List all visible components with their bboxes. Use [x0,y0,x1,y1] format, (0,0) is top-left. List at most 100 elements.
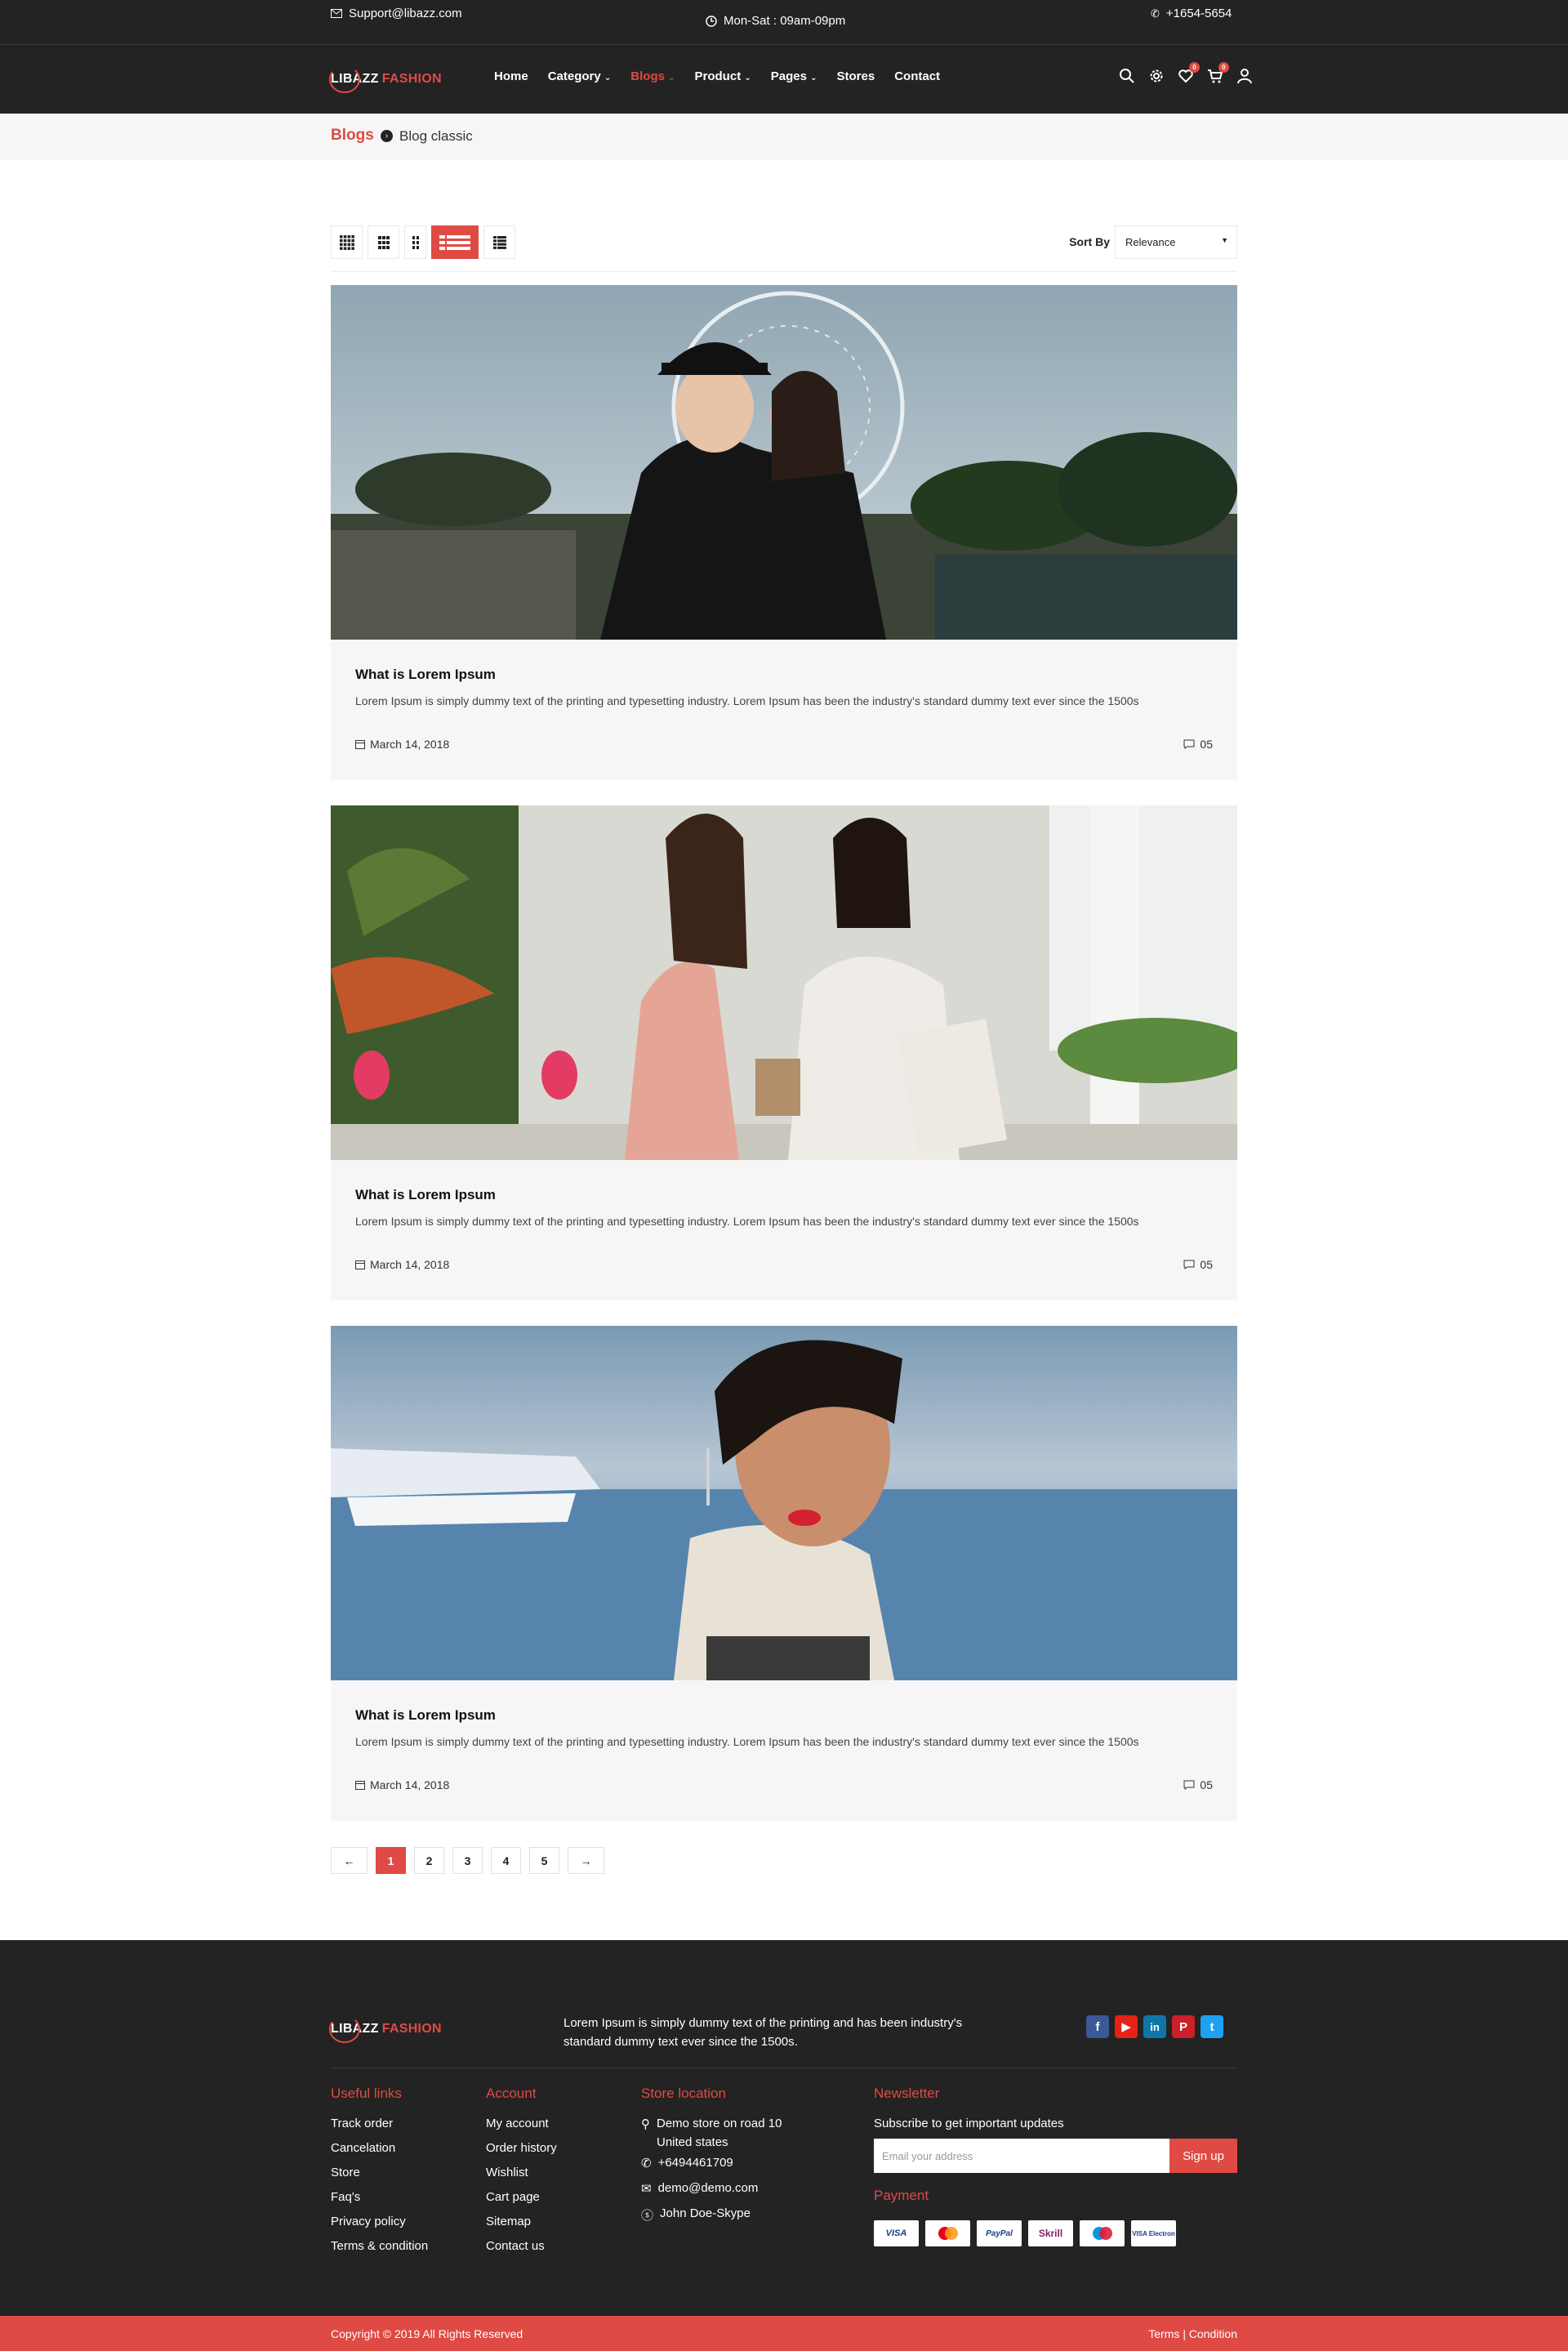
blog-post-comment-count: 05 [1200,1258,1213,1271]
pagination-page-4[interactable]: 4 [491,1847,521,1874]
list-view-button[interactable] [431,225,479,259]
youtube-icon[interactable]: ▶ [1115,2015,1138,2038]
social-links: f ▶ in P t [1086,2015,1223,2038]
grid-3-view-button[interactable] [368,225,399,259]
blog-post-image[interactable] [331,1326,1237,1680]
blog-post-comments[interactable]: 05 [1183,1778,1213,1791]
pagination-prev-button[interactable]: ← [331,1847,368,1874]
footer-link-faqs[interactable]: Faq's [331,2190,428,2204]
blog-post-excerpt: Lorem Ipsum is simply dummy text of the … [355,694,1139,707]
blog-post-date-text: March 14, 2018 [370,738,450,751]
footer-link-wishlist[interactable]: Wishlist [486,2166,557,2179]
store-address-line2: United states [657,2135,728,2149]
store-address: ⚲ Demo store on road 10 United states [641,2117,782,2149]
pagination-page-5[interactable]: 5 [529,1847,559,1874]
twitter-icon[interactable]: t [1200,2015,1223,2038]
phone-icon: ✆ [1151,7,1160,20]
footer-link-contact-us[interactable]: Contact us [486,2239,557,2253]
store-skype[interactable]: ⓢ John Doe-Skype [641,2206,782,2224]
menu-item-category[interactable]: Category ⌄ [548,69,612,83]
terms-condition-link[interactable]: Terms | Condition [1148,2327,1237,2340]
caret-down-icon: ▼ [1221,236,1228,244]
grid-2-icon [412,235,419,249]
menu-item-contact[interactable]: Contact [894,69,940,83]
pagination: ← 1 2 3 4 5 → [331,1847,604,1874]
support-phone[interactable]: ✆ +1654-5654 [1151,7,1232,20]
breadcrumb-parent-link[interactable]: Blogs [331,127,374,145]
support-email[interactable]: Support@libazz.com [331,7,462,20]
pagination-page-3[interactable]: 3 [452,1847,483,1874]
store-address-line1: Demo store on road 10 [657,2117,782,2130]
calendar-icon [355,1781,365,1790]
footer-link-track-order[interactable]: Track order [331,2117,428,2130]
blog-post-image[interactable] [331,805,1237,1160]
footer-link-terms[interactable]: Terms & condition [331,2239,428,2253]
pagination-next-button[interactable]: → [568,1847,604,1874]
grid-4-view-button[interactable] [331,225,363,259]
settings-gear-icon[interactable] [1148,68,1165,84]
linkedin-icon[interactable]: in [1143,2015,1166,2038]
skrill-icon: Skrill [1028,2220,1073,2246]
footer-link-cart-page[interactable]: Cart page [486,2190,557,2204]
menu-item-home[interactable]: Home [494,69,528,83]
blog-post-comment-count: 05 [1200,1778,1213,1791]
nav-icons: 0 0 [1119,62,1253,84]
newsletter-heading: Newsletter [874,2086,940,2101]
newsletter-email-input[interactable]: Email your address [874,2139,1169,2173]
support-email-text: Support@libazz.com [349,7,462,20]
brand-logo[interactable]: LIBAZZ FASHION [328,69,442,93]
store-phone[interactable]: ✆ +6494461709 [641,2156,782,2170]
store-phone-text: +6494461709 [657,2156,733,2170]
blog-post-comments[interactable]: 05 [1183,738,1213,751]
blog-post-date: March 14, 2018 [355,1258,449,1271]
newsletter-form: Email your address Sign up [874,2139,1237,2173]
comment-icon [1183,1780,1195,1790]
sort-select[interactable]: Relevance ▼ [1115,225,1237,259]
store-email[interactable]: ✉ demo@demo.com [641,2181,782,2196]
facebook-icon[interactable]: f [1086,2015,1109,2038]
footer-brand-logo[interactable]: LIBAZZ FASHION [328,2019,442,2043]
pagination-page-2[interactable]: 2 [414,1847,444,1874]
menu-item-pages[interactable]: Pages ⌄ [771,69,817,83]
blog-post-card: What is Lorem Ipsum Lorem Ipsum is simpl… [331,805,1237,1300]
newsletter-signup-button[interactable]: Sign up [1169,2139,1237,2173]
mastercard-icon [925,2220,970,2246]
visa-electron-icon: VISA Electron [1131,2220,1176,2246]
blog-post-title[interactable]: What is Lorem Ipsum [355,667,496,683]
useful-links-column: Useful links Track order Cancelation Sto… [331,2086,428,2264]
compact-list-view-button[interactable] [483,225,515,259]
blog-post-title[interactable]: What is Lorem Ipsum [355,1707,496,1724]
menu-item-blogs[interactable]: Blogs ⌄ [630,69,675,83]
paypal-icon: PayPal [977,2220,1022,2246]
blog-post-title[interactable]: What is Lorem Ipsum [355,1187,496,1203]
search-icon[interactable] [1119,68,1135,84]
grid-3-icon [377,235,390,249]
store-email-text: demo@demo.com [657,2181,759,2195]
menu-item-stores[interactable]: Stores [837,69,875,83]
footer-link-sitemap[interactable]: Sitemap [486,2215,557,2228]
pinterest-icon[interactable]: P [1172,2015,1195,2038]
blog-post-comments[interactable]: 05 [1183,1258,1213,1271]
blog-post-image[interactable] [331,285,1237,640]
footer-link-privacy-policy[interactable]: Privacy policy [331,2215,428,2228]
pagination-page-1[interactable]: 1 [376,1847,406,1874]
store-skype-text: John Doe-Skype [660,2206,751,2220]
chevron-down-icon: ⌄ [668,74,675,83]
store-location-heading: Store location [641,2086,726,2101]
footer-link-my-account[interactable]: My account [486,2117,557,2130]
list-view-icon [439,234,470,250]
blog-post-excerpt: Lorem Ipsum is simply dummy text of the … [355,1735,1139,1748]
footer-link-store[interactable]: Store [331,2166,428,2179]
footer-link-order-history[interactable]: Order history [486,2141,557,2155]
cart-icon[interactable]: 0 [1207,62,1229,84]
wishlist-heart-icon[interactable]: 0 [1178,62,1200,84]
opening-hours-text: Mon-Sat : 09am-09pm [724,14,846,28]
top-bar: Support@libazz.com Mon-Sat : 09am-09pm ✆… [0,0,1568,44]
copyright-text: Copyright © 2019 All Rights Reserved [331,2327,523,2340]
menu-item-product[interactable]: Product ⌄ [695,69,751,83]
account-column: Account My account Order history Wishlis… [486,2086,557,2264]
footer-link-cancelation[interactable]: Cancelation [331,2141,428,2155]
grid-2-view-button[interactable] [404,225,426,259]
user-account-icon[interactable] [1236,68,1253,84]
breadcrumb: Blogs › Blog classic [0,114,1568,160]
